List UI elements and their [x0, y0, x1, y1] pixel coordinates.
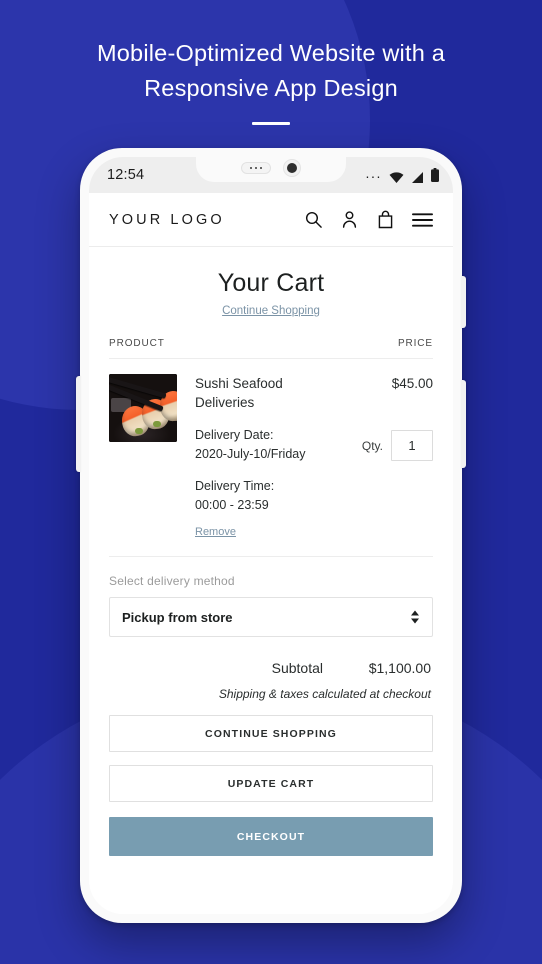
hamburger-menu-icon[interactable]	[412, 212, 433, 228]
delivery-time-value: 00:00 - 23:59	[195, 497, 269, 512]
status-icons: ...	[365, 165, 439, 183]
delivery-date-block: Delivery Date: 2020-July-10/Friday	[195, 426, 333, 463]
delivery-time-label: Delivery Time:	[195, 479, 275, 493]
delivery-date-label: Delivery Date:	[195, 428, 274, 442]
battery-icon	[431, 168, 439, 182]
shipping-note: Shipping & taxes calculated at checkout	[218, 687, 431, 701]
phone-volume-button[interactable]	[461, 380, 466, 468]
headline-line-1: Mobile-Optimized Website with a	[97, 40, 445, 66]
cart-page: Your Cart Continue Shopping PRODUCT PRIC…	[89, 247, 453, 914]
cart-column-headers: PRODUCT PRICE	[109, 338, 433, 359]
headline-divider	[252, 122, 290, 125]
search-icon[interactable]	[304, 210, 323, 229]
phone-screen: 12:54 ... YOUR LOGO Your Cart Continue S…	[89, 157, 453, 914]
site-header: YOUR LOGO	[89, 193, 453, 247]
phone-side-button-left[interactable]	[76, 376, 81, 472]
column-header-price: PRICE	[397, 338, 433, 349]
phone-notch	[196, 157, 346, 182]
cart-actions: CONTINUE SHOPPING UPDATE CART CHECKOUT	[109, 715, 433, 856]
delivery-method-select[interactable]: Pickup from store	[109, 597, 433, 637]
product-details: Sushi Seafood Deliveries Delivery Date: …	[177, 374, 341, 540]
delivery-method-value: Pickup from store	[122, 609, 233, 625]
headline-line-2: Responsive App Design	[144, 75, 398, 101]
product-thumbnail-sushi[interactable]	[109, 374, 177, 442]
status-bar: 12:54 ...	[89, 157, 453, 193]
continue-shopping-button[interactable]: CONTINUE SHOPPING	[109, 715, 433, 752]
wifi-icon	[389, 170, 404, 183]
delivery-time-block: Delivery Time: 00:00 - 23:59	[195, 477, 333, 514]
banner-headline-block: Mobile-Optimized Website with a Responsi…	[0, 36, 542, 125]
speaker-grille-icon	[241, 162, 271, 174]
overflow-dots-icon: ...	[365, 165, 382, 181]
subtotal-label: Subtotal	[271, 660, 323, 676]
cart-line-item: Sushi Seafood Deliveries Delivery Date: …	[109, 359, 433, 557]
shopping-bag-icon[interactable]	[376, 210, 395, 229]
quantity-label: Qty.	[361, 438, 383, 453]
signal-icon	[411, 170, 424, 183]
column-header-product: PRODUCT	[109, 338, 165, 349]
status-time: 12:54	[107, 167, 145, 183]
cart-totals: Subtotal $1,100.00 Shipping & taxes calc…	[109, 660, 433, 701]
remove-item-link[interactable]: Remove	[195, 526, 236, 538]
subtotal-value: $1,100.00	[368, 660, 431, 676]
update-cart-button[interactable]: UPDATE CART	[109, 765, 433, 802]
select-stepper-arrows-icon	[411, 610, 419, 624]
product-price: $45.00	[391, 376, 433, 391]
product-price-qty: $45.00 Qty.	[341, 374, 433, 540]
account-icon[interactable]	[340, 210, 359, 229]
phone-mockup: 12:54 ... YOUR LOGO Your Cart Continue S…	[76, 148, 466, 923]
delivery-date-value: 2020-July-10/Friday	[195, 446, 306, 461]
continue-shopping-link[interactable]: Continue Shopping	[109, 305, 433, 317]
quantity-control: Qty.	[362, 430, 433, 461]
checkout-button[interactable]: CHECKOUT	[109, 817, 433, 856]
site-logo[interactable]: YOUR LOGO	[109, 212, 225, 228]
product-name[interactable]: Sushi Seafood Deliveries	[195, 374, 333, 412]
front-camera-icon	[283, 159, 301, 177]
quantity-input[interactable]	[391, 430, 433, 461]
header-nav-icons	[304, 210, 433, 229]
phone-power-button[interactable]	[461, 276, 466, 328]
page-title: Your Cart	[217, 269, 325, 297]
delivery-method-label: Select delivery method	[109, 574, 235, 588]
subtotal-row: Subtotal $1,100.00	[109, 660, 433, 676]
